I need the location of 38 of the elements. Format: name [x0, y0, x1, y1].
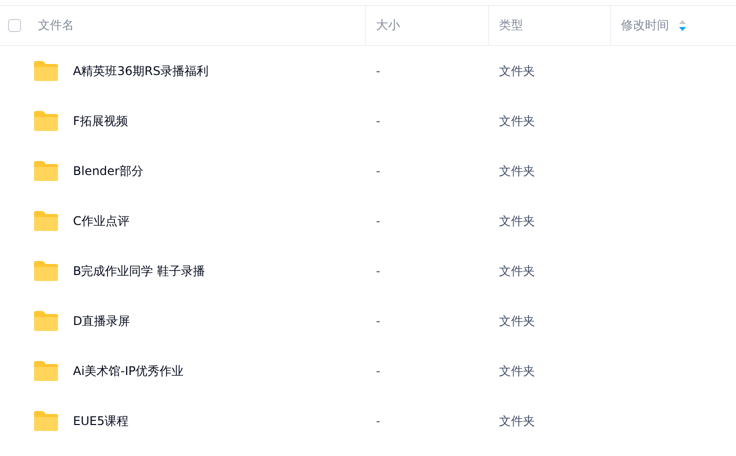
file-type: 文件夹: [499, 362, 535, 380]
file-type: 文件夹: [499, 162, 535, 180]
folder-icon: [33, 210, 59, 232]
file-type: 文件夹: [499, 62, 535, 80]
file-name[interactable]: F拓展视频: [73, 112, 128, 130]
folder-icon: [33, 160, 59, 182]
file-size: -: [376, 64, 380, 78]
file-size: -: [376, 314, 380, 328]
column-header[interactable]: 文件名: [38, 17, 74, 34]
column-header[interactable]: 类型: [499, 17, 523, 34]
file-size: -: [376, 414, 380, 428]
file-type: 文件夹: [499, 212, 535, 230]
file-type: 文件夹: [499, 112, 535, 130]
file-name[interactable]: D直播录屏: [73, 312, 130, 330]
file-type: 文件夹: [499, 262, 535, 280]
column-header[interactable]: 修改时间: [621, 17, 686, 34]
file-name[interactable]: Ai美术馆-IP优秀作业: [73, 362, 184, 380]
file-name[interactable]: C作业点评: [73, 212, 130, 230]
file-size: -: [376, 114, 380, 128]
folder-icon: [33, 310, 59, 332]
file-name[interactable]: EUE5课程: [73, 412, 129, 430]
folder-icon: [33, 110, 59, 132]
select-all-checkbox[interactable]: [8, 19, 20, 32]
column-header[interactable]: 大小: [376, 17, 400, 34]
file-type: 文件夹: [499, 412, 535, 430]
folder-icon: [33, 260, 59, 282]
file-size: -: [376, 264, 380, 278]
folder-icon: [33, 360, 59, 382]
file-size: -: [376, 164, 380, 178]
file-name[interactable]: B完成作业同学 鞋子录播: [73, 262, 206, 280]
file-size: -: [376, 364, 380, 378]
sort-icon[interactable]: [679, 20, 686, 31]
file-name[interactable]: Blender部分: [73, 162, 144, 180]
file-name[interactable]: A精英班36期RS录播福利: [73, 62, 208, 80]
folder-icon: [33, 60, 59, 82]
folder-icon: [33, 410, 59, 432]
file-size: -: [376, 214, 380, 228]
file-type: 文件夹: [499, 312, 535, 330]
